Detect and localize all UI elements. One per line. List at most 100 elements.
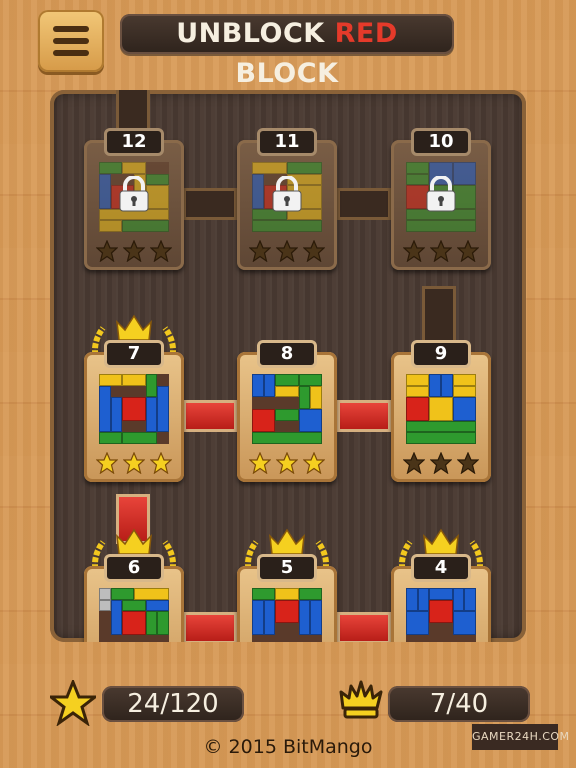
watermark: GAMER24H.COM (472, 724, 569, 750)
level-stars (249, 452, 325, 474)
red-block (122, 611, 146, 635)
puzzle-block (275, 409, 299, 421)
star-empty-icon (303, 240, 325, 262)
level-stars (96, 452, 172, 474)
puzzle-preview (406, 588, 476, 642)
crown-total-icon (339, 680, 383, 719)
puzzle-block (429, 588, 453, 600)
puzzle-block (263, 374, 276, 398)
puzzle-block (252, 599, 264, 635)
level-stars (96, 240, 172, 262)
star-filled-icon (249, 452, 271, 474)
path-connector-completed (183, 612, 237, 642)
level-number: 5 (257, 554, 317, 582)
puzzle-block (157, 385, 169, 433)
puzzle-block (252, 220, 322, 232)
menu-button[interactable] (38, 10, 104, 72)
star-empty-icon (457, 240, 479, 262)
menu-icon (53, 26, 89, 32)
star-total-icon (50, 680, 96, 726)
red-block (252, 409, 276, 433)
level-tile-8[interactable]: 8 (237, 340, 337, 482)
star-filled-icon (123, 452, 145, 474)
puzzle-preview (252, 588, 322, 642)
star-empty-icon (276, 240, 298, 262)
red-block (122, 397, 146, 421)
level-tile-12[interactable]: 12 (84, 128, 184, 270)
puzzle-preview (99, 588, 169, 642)
puzzle-block (275, 588, 299, 600)
puzzle-block (99, 432, 123, 444)
star-empty-icon (249, 240, 271, 262)
level-number: 4 (411, 554, 471, 582)
puzzle-block (99, 173, 111, 209)
puzzle-block (310, 385, 322, 409)
title-red: RED (334, 18, 398, 49)
star-empty-icon (96, 240, 118, 262)
level-tile-9[interactable]: 9 (391, 340, 491, 482)
puzzle-block (406, 220, 476, 232)
puzzle-block (110, 588, 134, 600)
menu-icon-bar (53, 50, 89, 56)
puzzle-block (252, 162, 287, 174)
path-connector-completed (337, 612, 391, 642)
lock-icon (426, 176, 456, 212)
crown-progress-counter: 7/40 (388, 686, 530, 722)
puzzle-preview (252, 374, 322, 444)
level-number: 6 (104, 554, 164, 582)
level-stars (403, 240, 479, 262)
puzzle-block (110, 599, 123, 635)
puzzle-block (406, 432, 476, 444)
puzzle-block (452, 374, 476, 386)
puzzle-block (157, 611, 169, 635)
level-tile-6[interactable]: 6 (84, 528, 184, 642)
path-connector-completed (337, 400, 391, 432)
puzzle-block (145, 611, 158, 635)
puzzle-block (145, 599, 169, 612)
puzzle-block (429, 374, 441, 398)
star-filled-icon (276, 452, 298, 474)
level-map-board[interactable]: 12 11 10 7 8 9 6 5 4 (50, 90, 526, 642)
puzzle-block (252, 432, 322, 444)
puzzle-block (406, 611, 430, 635)
puzzle-block (122, 432, 158, 444)
puzzle-block (298, 374, 322, 386)
puzzle-block (122, 374, 146, 386)
game-title: UNBLOCK RED BLOCK (120, 14, 454, 89)
level-number: 11 (257, 128, 317, 156)
puzzle-block (406, 374, 430, 386)
level-tile-5[interactable]: 5 (237, 528, 337, 642)
level-tile-11[interactable]: 11 (237, 128, 337, 270)
red-block (406, 397, 430, 421)
puzzle-preview (406, 374, 476, 444)
puzzle-block (263, 599, 276, 635)
puzzle-block (252, 374, 264, 398)
puzzle-block (310, 599, 322, 635)
puzzle-block (99, 374, 123, 386)
star-empty-icon (123, 240, 145, 262)
puzzle-block (452, 588, 465, 612)
star-empty-icon (403, 240, 425, 262)
puzzle-block (406, 162, 430, 174)
star-filled-icon (96, 452, 118, 474)
puzzle-block (275, 385, 299, 398)
level-tile-10[interactable]: 10 (391, 128, 491, 270)
path-connector-completed (183, 400, 237, 432)
level-tile-7[interactable]: 7 (84, 314, 184, 482)
puzzle-block (99, 385, 111, 433)
puzzle-block (452, 611, 476, 635)
level-number: 8 (257, 340, 317, 368)
level-number: 7 (104, 340, 164, 368)
puzzle-block (298, 599, 311, 635)
puzzle-block (298, 588, 322, 600)
level-stars (249, 240, 325, 262)
lock-icon (272, 176, 302, 212)
star-empty-icon (457, 452, 479, 474)
level-stars (403, 452, 479, 474)
puzzle-block (122, 220, 169, 232)
path-connector (183, 188, 237, 220)
level-tile-4[interactable]: 4 (391, 528, 491, 642)
star-filled-icon (303, 452, 325, 474)
puzzle-block (441, 374, 453, 398)
star-empty-icon (430, 240, 452, 262)
